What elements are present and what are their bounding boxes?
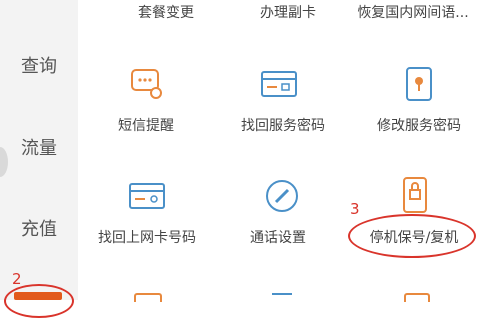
annotation-circle-sidebar (4, 284, 74, 318)
service-modify-password[interactable]: 修改服务密码 (364, 115, 474, 135)
sidebar-item-recharge[interactable]: 充值 (0, 215, 78, 241)
service-secondary-card[interactable]: 办理副卡 (238, 2, 338, 22)
service-retrieve-data-card[interactable]: 找回上网卡号码 (88, 227, 206, 247)
call-settings-icon[interactable] (264, 178, 300, 214)
category-sidebar: 查询 流量 充值 (0, 0, 78, 300)
retrieve-password-icon[interactable] (260, 70, 298, 100)
sidebar-item-data[interactable]: 流量 (0, 134, 78, 160)
partial-icon-right[interactable] (404, 293, 430, 302)
annotation-circle-suspend (348, 214, 476, 258)
sms-reminder-icon[interactable] (130, 66, 164, 100)
data-card-number-icon[interactable] (128, 182, 166, 212)
suspend-resume-icon[interactable] (402, 176, 428, 214)
service-call-settings[interactable]: 通话设置 (238, 227, 318, 247)
annotation-number-2: 2 (12, 270, 22, 288)
annotation-number-3: 3 (350, 200, 360, 218)
modify-password-icon[interactable] (404, 66, 434, 102)
sidebar-item-query[interactable]: 查询 (0, 52, 78, 78)
service-sms-reminder[interactable]: 短信提醒 (106, 115, 186, 135)
partial-icon-left[interactable] (134, 293, 162, 302)
service-restore-voice[interactable]: 恢复国内网间语... (350, 2, 476, 22)
partial-icon-middle[interactable] (272, 293, 292, 302)
service-retrieve-password[interactable]: 找回服务密码 (228, 115, 338, 135)
service-plan-change[interactable]: 套餐变更 (116, 2, 216, 22)
